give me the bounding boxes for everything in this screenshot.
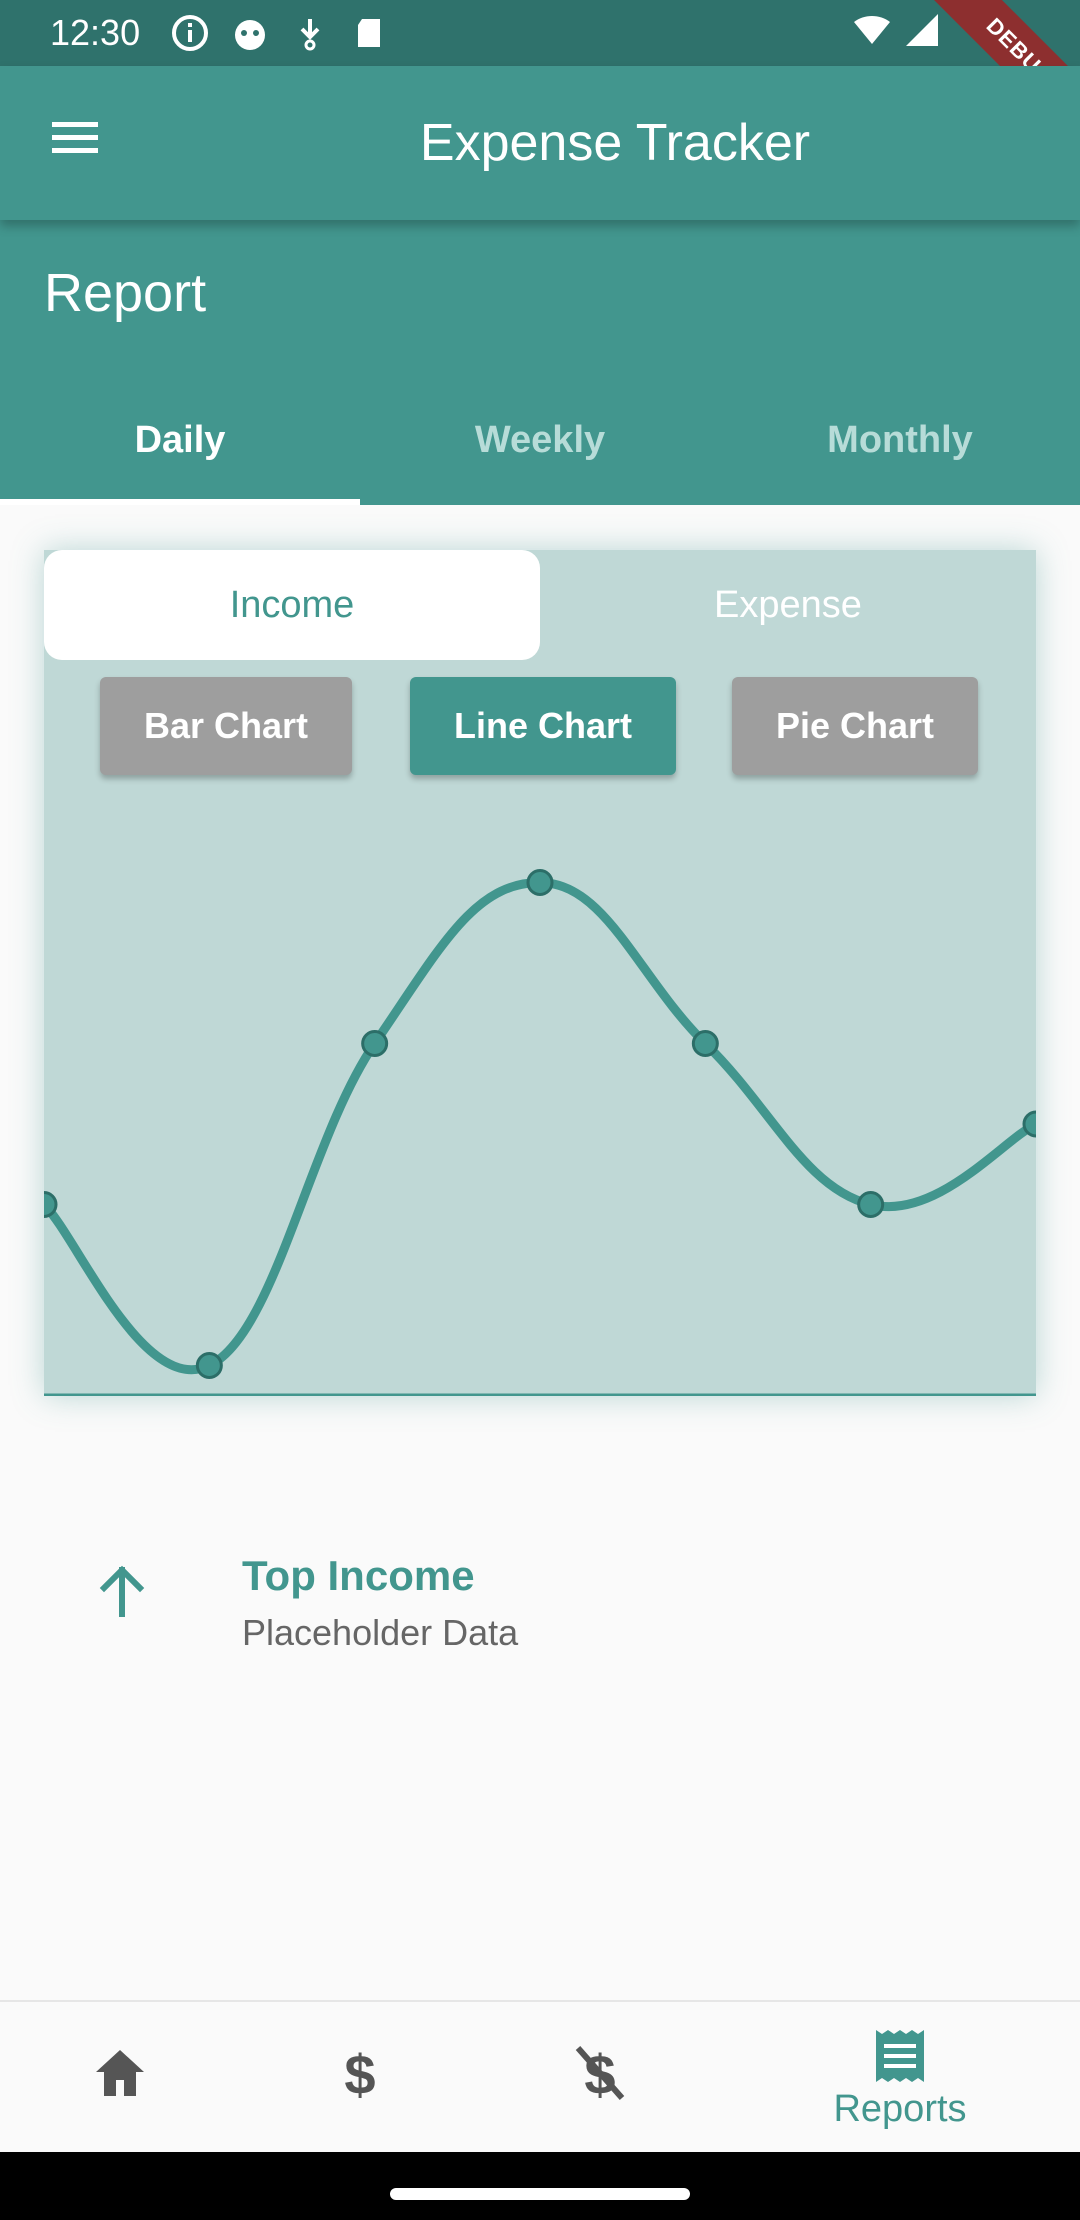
- top-income-title: Top Income: [242, 1552, 475, 1599]
- tab-monthly[interactable]: Monthly: [720, 390, 1080, 505]
- svg-text:$: $: [344, 2043, 375, 2102]
- nav-reports-label: Reports: [833, 2088, 967, 2130]
- hamburger-menu-icon: [52, 122, 98, 153]
- report-card: Income Expense Bar Chart Line Chart Pie …: [44, 550, 1036, 1396]
- nav-income[interactable]: $: [240, 2002, 480, 2154]
- app-bar: Expense Tracker: [0, 66, 1080, 220]
- nav-reports[interactable]: Reports: [780, 2002, 1020, 2154]
- data-point-6: [1022, 1110, 1036, 1138]
- android-icon: [230, 13, 270, 53]
- period-tabs: Daily Weekly Monthly: [0, 390, 1080, 505]
- bottom-navigation: $ $ Reports: [0, 2000, 1080, 2154]
- top-income-item: Top Income Placeholder Data: [0, 1540, 1080, 1680]
- system-status-icons: [852, 12, 940, 53]
- dollar-icon: $: [344, 2043, 375, 2102]
- nav-expense[interactable]: $: [480, 2002, 720, 2154]
- sd-card-icon: [350, 13, 390, 53]
- receipt-icon: [876, 2030, 924, 2082]
- arrow-up-icon: [99, 1565, 145, 1617]
- signal-icon: [904, 12, 940, 53]
- download-icon: [290, 13, 330, 53]
- status-bar: 12:30: [0, 0, 1080, 66]
- report-header: Report Daily Weekly Monthly: [0, 220, 1080, 505]
- info-icon: [170, 13, 210, 53]
- money-off-icon: $: [575, 2043, 625, 2102]
- home-gesture-handle[interactable]: [390, 2188, 690, 2200]
- data-point-2: [361, 1030, 389, 1057]
- data-point-3: [526, 869, 554, 896]
- status-notification-icons: [170, 10, 390, 56]
- top-income-subtitle: Placeholder Data: [242, 1612, 519, 1653]
- nav-home[interactable]: [0, 2002, 240, 2154]
- tab-daily[interactable]: Daily: [0, 390, 360, 505]
- menu-button[interactable]: [46, 114, 104, 160]
- data-point-4: [691, 1030, 719, 1057]
- data-point-5: [857, 1191, 885, 1218]
- data-point-1: [195, 1352, 223, 1379]
- series-line: [44, 877, 1036, 1375]
- line-chart: [44, 869, 1036, 1396]
- app-title: Expense Tracker: [419, 114, 811, 172]
- tab-weekly[interactable]: Weekly: [360, 390, 720, 505]
- page-title: Report: [44, 263, 207, 323]
- status-time: 12:30: [50, 12, 141, 53]
- system-navigation-bar: [0, 2152, 1080, 2220]
- wifi-icon: [852, 12, 892, 53]
- home-icon: [96, 2050, 144, 2096]
- data-point-0: [44, 1191, 58, 1218]
